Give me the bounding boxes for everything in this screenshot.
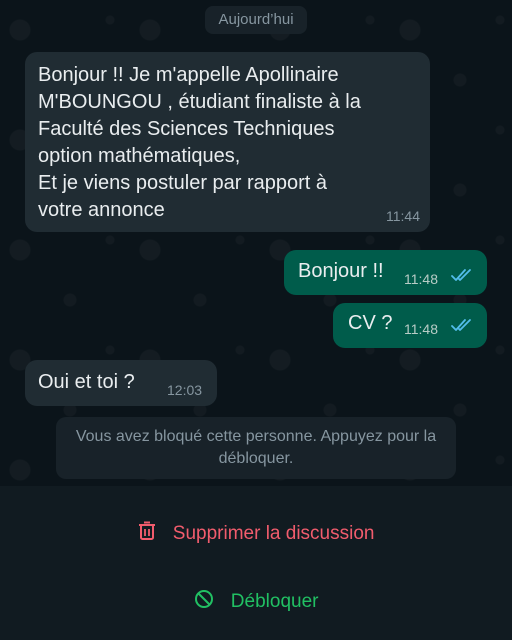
date-separator: Aujourd’hui [205,6,307,34]
block-icon [194,589,214,615]
message-bubble[interactable]: Bonjour !! 11:48 [284,250,487,295]
message-text: CV ? [348,312,393,334]
trash-icon [138,521,156,547]
read-ticks-icon [451,318,473,337]
delete-chat-label: Supprimer la discussion [172,523,375,544]
message-text: Oui et toi ? [38,371,135,393]
message-text: Bonjour !! Je m'appelle Apollinaire M'BO… [38,64,361,221]
message-time: 11:44 [386,208,420,224]
message-text: Bonjour !! [298,260,384,282]
message-bubble[interactable]: Bonjour !! Je m'appelle Apollinaire M'BO… [25,52,430,232]
message-time: 11:48 [404,321,438,337]
message-time: 11:48 [404,271,438,287]
blocked-actions-panel [0,486,512,640]
read-ticks-icon [451,268,473,287]
blocked-notice-text: Vous avez bloqué cette personne. Appuyez… [75,428,437,467]
message-bubble[interactable]: Oui et toi ? 12:03 [25,360,217,406]
message-bubble[interactable]: CV ? 11:48 [333,303,487,348]
chat-area[interactable]: Aujourd’hui Bonjour !! Je m'appelle Apol… [0,0,512,486]
delete-chat-button[interactable]: Supprimer la discussion [0,521,512,547]
message-time: 12:03 [167,382,203,398]
blocked-notice[interactable]: Vous avez bloqué cette personne. Appuyez… [56,417,456,479]
unblock-button[interactable]: Débloquer [0,589,512,615]
unblock-label: Débloquer [230,591,319,612]
